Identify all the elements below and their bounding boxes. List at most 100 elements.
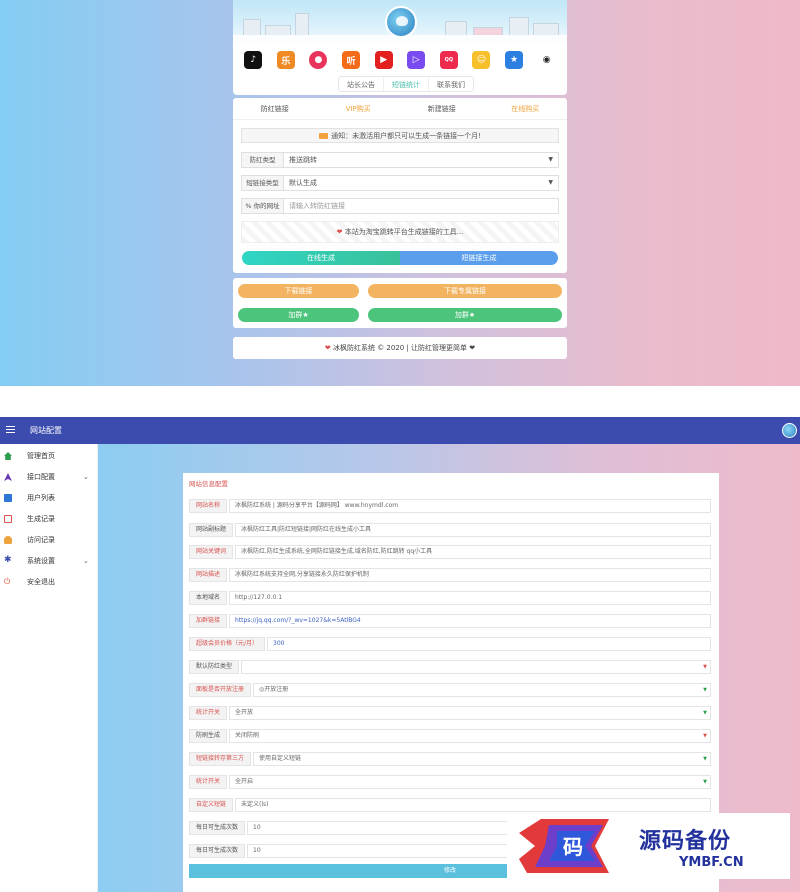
page-title: 网站配置 bbox=[30, 426, 62, 435]
config-value: 冰枫防红,防红生成系统,全网防红链接生成,域名防红,防红跳转 qq小工具 bbox=[241, 548, 433, 555]
config-input[interactable]: 冰枫防红工具|防红短链接|网防红在线生成小工具 bbox=[235, 523, 711, 537]
config-label: 每日可生成次数 bbox=[189, 844, 246, 858]
config-select[interactable]: 全开放 ▼ bbox=[229, 706, 711, 720]
config-select[interactable]: 使用自定义短链 ▼ bbox=[253, 752, 711, 766]
config-select-row: 统计开关 全开放 ▼ bbox=[189, 706, 711, 720]
config-label: 默认防红类型 bbox=[189, 660, 240, 674]
tiktok-icon[interactable]: ♪ bbox=[244, 51, 263, 69]
sidebar-item-logout[interactable]: ⏻ 安全退出 bbox=[0, 573, 98, 591]
field-value[interactable]: 推送跳转 ▼ bbox=[284, 153, 558, 167]
nav-new-link[interactable]: 新建链接 bbox=[400, 98, 484, 119]
generator-nav: 防红链接 VIP购买 新建链接 在线购买 bbox=[233, 98, 567, 120]
config-input[interactable]: 300 bbox=[267, 637, 711, 651]
sidebar-item-api[interactable]: 接口配置 ⌄ bbox=[0, 468, 98, 486]
antired-type-select[interactable]: 防红类型 推送跳转 ▼ bbox=[241, 152, 559, 168]
chevron-down-icon: ▼ bbox=[703, 756, 707, 762]
app7-icon[interactable]: QQ bbox=[439, 51, 458, 69]
winter-banner-image bbox=[233, 0, 567, 45]
watermark-logo: 码 源码备份 YMBF.CN bbox=[507, 813, 790, 879]
config-label: 自定义短链 bbox=[189, 798, 234, 812]
config-select[interactable]: 关闭防刷 ▼ bbox=[229, 729, 711, 743]
config-input[interactable]: 未定义(ls) bbox=[235, 798, 711, 812]
config-value: 冰枫防红系统支持全网,分享链接永久防红保护机制 bbox=[235, 571, 369, 578]
footer-text: 冰枫防红系统 © 2020 | 让防红管理更简单 ❤ bbox=[332, 344, 476, 352]
tab-announcement[interactable]: 站长公告 bbox=[339, 77, 383, 91]
short-link-type-select[interactable]: 短链接类型 默认生成 ▼ bbox=[241, 175, 559, 191]
svg-text:码: 码 bbox=[563, 835, 583, 859]
chevron-down-icon: ▼ bbox=[703, 733, 707, 739]
nav-online-buy[interactable]: 在线购买 bbox=[484, 98, 568, 119]
short-link-button[interactable]: 短链接生成 bbox=[400, 251, 558, 265]
join-group-button[interactable]: 加群★ bbox=[238, 308, 359, 322]
config-input-row: 网站关键词 冰枫防红,防红生成系统,全网防红链接生成,域名防红,防红跳转 qq小工… bbox=[189, 545, 711, 559]
app3-icon[interactable]: ● bbox=[309, 51, 328, 69]
config-input[interactable]: 冰枫防红系统支持全网,分享链接永久防红保护机制 bbox=[229, 568, 711, 582]
menu-icon[interactable] bbox=[6, 426, 15, 433]
navigation-icon bbox=[4, 473, 12, 481]
config-value: 未定义(ls) bbox=[241, 801, 269, 808]
config-label: 超级会员价格（元/月） bbox=[189, 637, 266, 651]
config-value: 使用自定义短链 bbox=[259, 755, 302, 762]
config-label: 本地域名 bbox=[189, 591, 228, 605]
chevron-down-icon: ▼ bbox=[703, 687, 707, 693]
config-label: 统计开关 bbox=[189, 775, 228, 789]
sidebar-item-visits[interactable]: 访问记录 bbox=[0, 531, 98, 549]
download-link-button[interactable]: 下载链接 bbox=[238, 284, 359, 298]
generate-button[interactable]: 在线生成 bbox=[242, 251, 400, 265]
tab-contact[interactable]: 联系我们 bbox=[429, 77, 473, 91]
field-label: 短链接类型 bbox=[242, 176, 284, 190]
watermark-domain: YMBF.CN bbox=[679, 855, 744, 870]
config-select-row: 默认防红类型 ▼ bbox=[189, 660, 711, 674]
watermark-emblem: 码 bbox=[519, 819, 609, 873]
config-value: ◎开放注册 bbox=[259, 686, 289, 693]
app8-icon[interactable]: ☺ bbox=[472, 51, 491, 69]
config-input[interactable]: 冰枫防红系统 | 源码分享平台【源码网】 www.hnymdl.com bbox=[229, 499, 711, 513]
config-input-row: 超级会员价格（元/月） 300 bbox=[189, 637, 711, 651]
list-icon bbox=[4, 515, 12, 523]
avatar[interactable] bbox=[782, 423, 797, 438]
config-input[interactable]: https://jq.qq.com/?_wv=1027&k=5AtlBG4 bbox=[229, 614, 711, 628]
stripe-text: 本站为淘宝跳转平台生成链接的工具... bbox=[344, 228, 464, 236]
download-exclusive-button[interactable]: 下载专属链接 bbox=[368, 284, 562, 298]
sidebar-item-settings[interactable]: ✱ 系统设置 ⌄ bbox=[0, 552, 98, 570]
admin-topbar: 网站配置 bbox=[0, 417, 800, 444]
tab-stats[interactable]: 短链统计 bbox=[383, 77, 429, 91]
config-value: 冰枫防红系统 | 源码分享平台【源码网】 www.hnymdl.com bbox=[235, 502, 399, 509]
config-select-row: 面板是否开放注册 ◎开放注册 ▼ bbox=[189, 683, 711, 697]
sidebar-item-records[interactable]: 生成记录 bbox=[0, 510, 98, 528]
config-label: 短链接转存第三方 bbox=[189, 752, 252, 766]
nav-antired-link[interactable]: 防红链接 bbox=[233, 98, 317, 119]
power-icon: ⏻ bbox=[4, 577, 11, 586]
config-select[interactable]: ◎开放注册 ▼ bbox=[253, 683, 711, 697]
star-icon[interactable]: ★ bbox=[505, 51, 524, 69]
qq-icon[interactable]: ◉ bbox=[537, 51, 556, 69]
youtube-icon[interactable]: ▶ bbox=[374, 51, 393, 69]
config-select[interactable]: 全开启 ▼ bbox=[229, 775, 711, 789]
sidebar-item-dashboard[interactable]: 管理首页 bbox=[0, 447, 98, 465]
url-input-row[interactable]: % 你的网址 请输入转防红链接 bbox=[241, 198, 559, 214]
config-input-row: 网站描述 冰枫防红系统支持全网,分享链接永久防红保护机制 bbox=[189, 568, 711, 582]
sidebar-item-users[interactable]: 用户列表 bbox=[0, 489, 98, 507]
config-input-row: 加群链接 https://jq.qq.com/?_wv=1027&k=5AtlBG… bbox=[189, 614, 711, 628]
chevron-down-icon: ⌄ bbox=[83, 557, 89, 565]
video-icon[interactable]: ▷ bbox=[407, 51, 426, 69]
config-label: 网站副标题 bbox=[189, 523, 234, 537]
field-label: 防红类型 bbox=[242, 153, 284, 167]
config-input[interactable]: 冰枫防红,防红生成系统,全网防红链接生成,域名防红,防红跳转 qq小工具 bbox=[235, 545, 711, 559]
url-input[interactable]: 请输入转防红链接 bbox=[284, 199, 558, 213]
nav-vip-buy[interactable]: VIP购买 bbox=[317, 98, 401, 119]
join-group-button-2[interactable]: 加群★ bbox=[368, 308, 562, 322]
action-card: 下载链接 下载专属链接 加群★ 加群★ bbox=[233, 278, 567, 328]
config-select[interactable]: ▼ bbox=[241, 660, 711, 674]
config-input-row: 自定义短链 未定义(ls) bbox=[189, 798, 711, 812]
config-select-row: 防刷生成 关闭防刷 ▼ bbox=[189, 729, 711, 743]
app2-icon[interactable]: 乐 bbox=[276, 51, 295, 69]
field-label: % 你的网址 bbox=[242, 199, 284, 213]
config-label: 每日可生成次数 bbox=[189, 821, 246, 835]
field-value[interactable]: 默认生成 ▼ bbox=[284, 176, 558, 190]
chevron-down-icon: ⌄ bbox=[83, 473, 89, 481]
site-logo bbox=[385, 6, 417, 38]
config-input[interactable]: http://127.0.0.1 bbox=[229, 591, 711, 605]
ting-icon[interactable]: 听 bbox=[342, 51, 361, 69]
config-select-row: 统计开关 全开启 ▼ bbox=[189, 775, 711, 789]
